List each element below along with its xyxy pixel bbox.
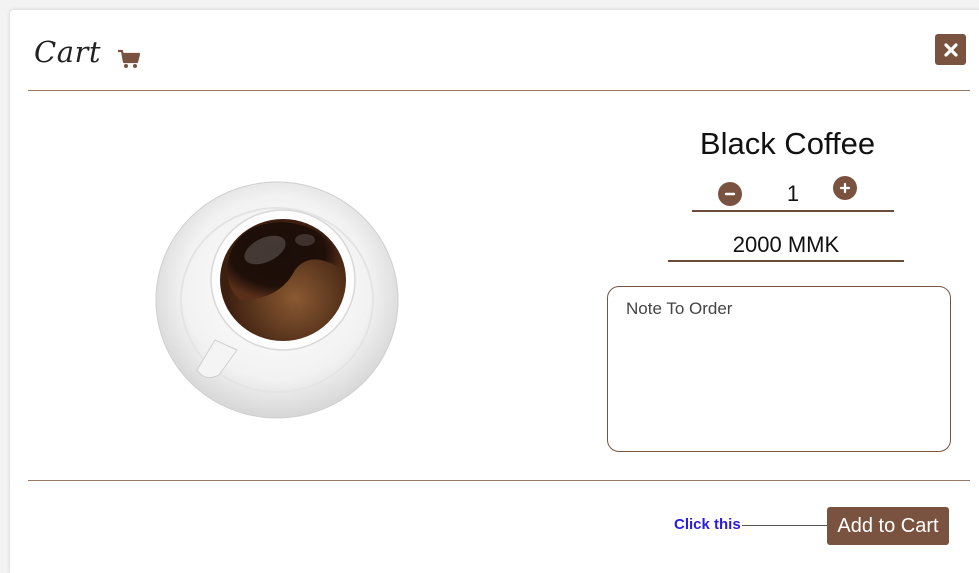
hint-label: Click this xyxy=(674,516,741,533)
hint-connector-line xyxy=(742,525,828,526)
decrease-quantity-button[interactable] xyxy=(718,182,742,206)
add-to-cart-button[interactable]: Add to Cart xyxy=(827,507,949,545)
quantity-stepper: 1 xyxy=(692,176,894,212)
modal-header: Cart xyxy=(10,10,979,90)
close-icon xyxy=(943,42,958,57)
shopping-cart-icon xyxy=(118,49,141,68)
footer-divider xyxy=(28,480,970,481)
cart-modal: Cart Black Coffee 1 2000 MMK Note To Ord… xyxy=(10,10,979,573)
product-price: 2000 MMK xyxy=(668,230,904,262)
close-button[interactable] xyxy=(935,34,966,65)
minus-icon xyxy=(724,192,736,196)
order-note-field[interactable]: Note To Order xyxy=(607,286,951,452)
plus-icon xyxy=(839,182,851,194)
header-divider xyxy=(28,90,970,91)
product-name: Black Coffee xyxy=(699,126,876,161)
increase-quantity-button[interactable] xyxy=(833,176,857,200)
quantity-value: 1 xyxy=(786,181,800,206)
coffee-cup-icon xyxy=(155,181,399,419)
modal-title: Cart xyxy=(34,35,101,69)
order-note-placeholder: Note To Order xyxy=(626,299,733,318)
